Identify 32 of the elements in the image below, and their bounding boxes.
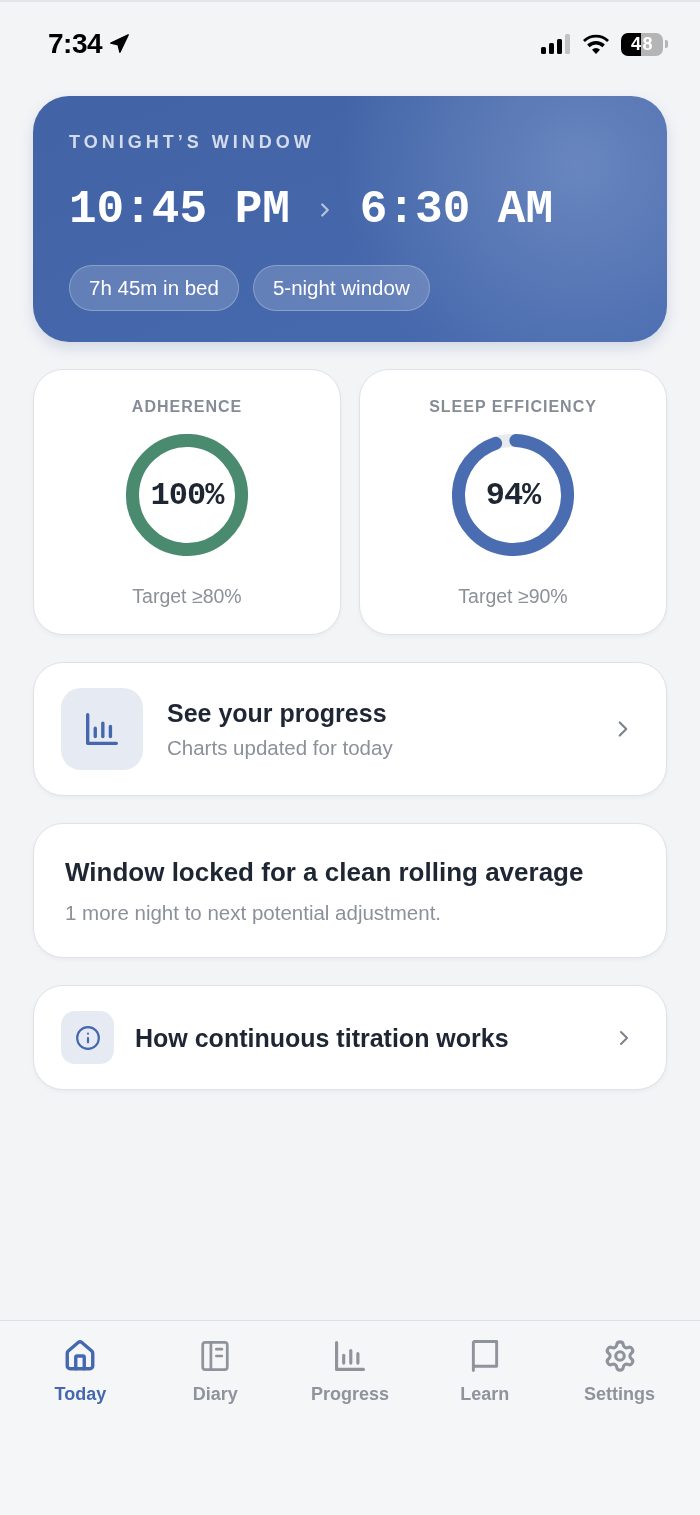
- tab-item[interactable]: Progress: [282, 1339, 418, 1405]
- metric-target: Target ≥80%: [132, 584, 242, 608]
- info-tile-icon: [61, 1011, 114, 1064]
- card-title: TONIGHT’S WINDOW: [69, 131, 315, 153]
- info-chip: 7h 45m in bed: [69, 265, 239, 311]
- card-subtitle: Charts updated for today: [167, 734, 393, 761]
- progress-link-card[interactable]: See your progress Charts updated for today: [33, 662, 667, 796]
- wifi-icon: [583, 34, 609, 54]
- location-arrow-icon: [108, 33, 131, 55]
- metric-value: 94%: [485, 476, 541, 514]
- tab-item[interactable]: Settings: [552, 1339, 687, 1405]
- book-icon: [470, 1340, 499, 1372]
- metric-value: 100%: [150, 476, 224, 514]
- notice-text: 1 more night to next potential adjustment.: [65, 900, 442, 926]
- notebook-icon: [201, 1341, 230, 1371]
- tab-item[interactable]: Diary: [147, 1339, 283, 1405]
- notice-title: Window locked for a clean rolling average: [65, 857, 584, 887]
- wake-time-text: 6:30 AM: [359, 183, 554, 237]
- metric-label: SLEEP EFFICIENCY: [429, 397, 597, 417]
- tab-item[interactable]: Learn: [417, 1339, 553, 1405]
- status-time: 7:34: [48, 28, 103, 60]
- card-title: How continuous titration works: [135, 1022, 509, 1053]
- metric-target: Target ≥90%: [458, 584, 568, 608]
- bar-chart-icon: [335, 1341, 365, 1371]
- info-chip: 5-night window: [252, 265, 430, 311]
- signal-icon: [541, 34, 571, 54]
- bedtime-text: 10:45 PM: [69, 183, 290, 237]
- chart-tile-icon: [61, 688, 143, 770]
- tab-item[interactable]: Today: [13, 1339, 148, 1405]
- metric-label: ADHERENCE: [131, 397, 243, 417]
- info-link-card[interactable]: How continuous titration works: [33, 985, 667, 1090]
- card-title: See your progress: [167, 697, 387, 728]
